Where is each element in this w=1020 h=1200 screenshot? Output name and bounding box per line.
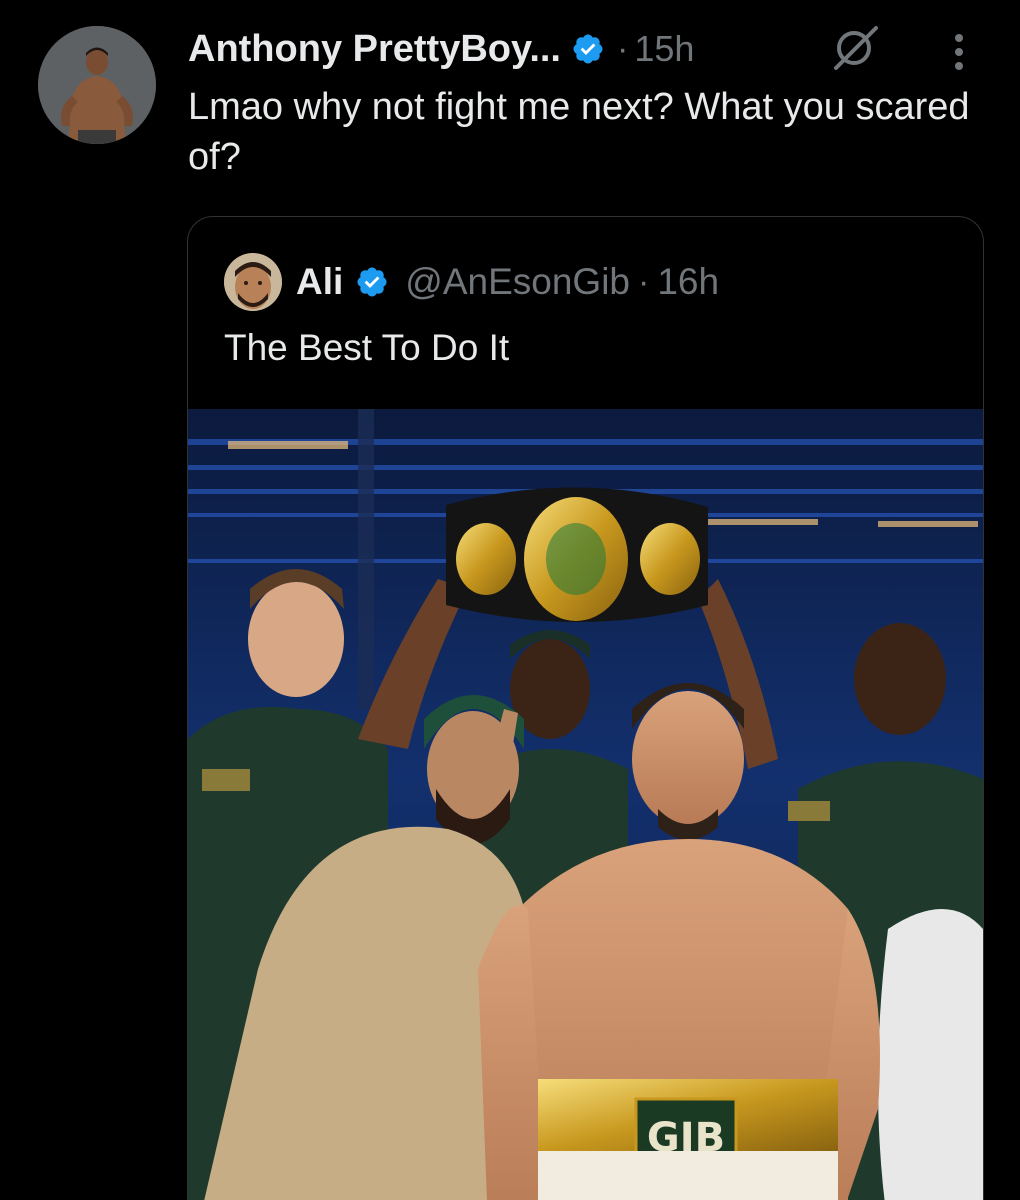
quoted-author-handle[interactable]: @AnEsonGib (405, 261, 630, 303)
quoted-tweet-card[interactable]: Ali @AnEsonGib · 16h The Best To Do It G… (187, 216, 984, 1200)
grok-slash-icon[interactable] (828, 24, 884, 72)
author-display-name[interactable]: Anthony PrettyBoy... (188, 28, 561, 71)
quoted-author-avatar[interactable] (224, 253, 282, 311)
quoted-header-separator: · (638, 262, 650, 301)
quoted-author-avatar-image (224, 253, 282, 311)
quoted-tweet-photo[interactable]: GIB (188, 409, 983, 1200)
quoted-tweet-header: Ali @AnEsonGib · 16h (224, 253, 719, 311)
quoted-author-display-name[interactable]: Ali (296, 261, 343, 303)
tweet-header: Anthony PrettyBoy... · 15h (188, 24, 694, 74)
quoted-tweet-text: The Best To Do It (224, 327, 510, 368)
author-avatar-image (38, 26, 156, 144)
header-separator: · (617, 29, 629, 68)
verified-badge-icon (357, 267, 387, 297)
author-avatar[interactable] (38, 26, 156, 144)
tweet[interactable]: Anthony PrettyBoy... · 15h Lmao why not … (0, 0, 1020, 1200)
verified-badge-icon (573, 34, 603, 64)
tweet-text: Lmao why not fight me next? What you sca… (188, 86, 970, 178)
more-vertical-icon[interactable] (946, 30, 972, 74)
quoted-tweet-timestamp[interactable]: 16h (657, 261, 719, 303)
tweet-timestamp[interactable]: 15h (634, 28, 694, 70)
boxing-photo-illustration: GIB (188, 409, 983, 1200)
